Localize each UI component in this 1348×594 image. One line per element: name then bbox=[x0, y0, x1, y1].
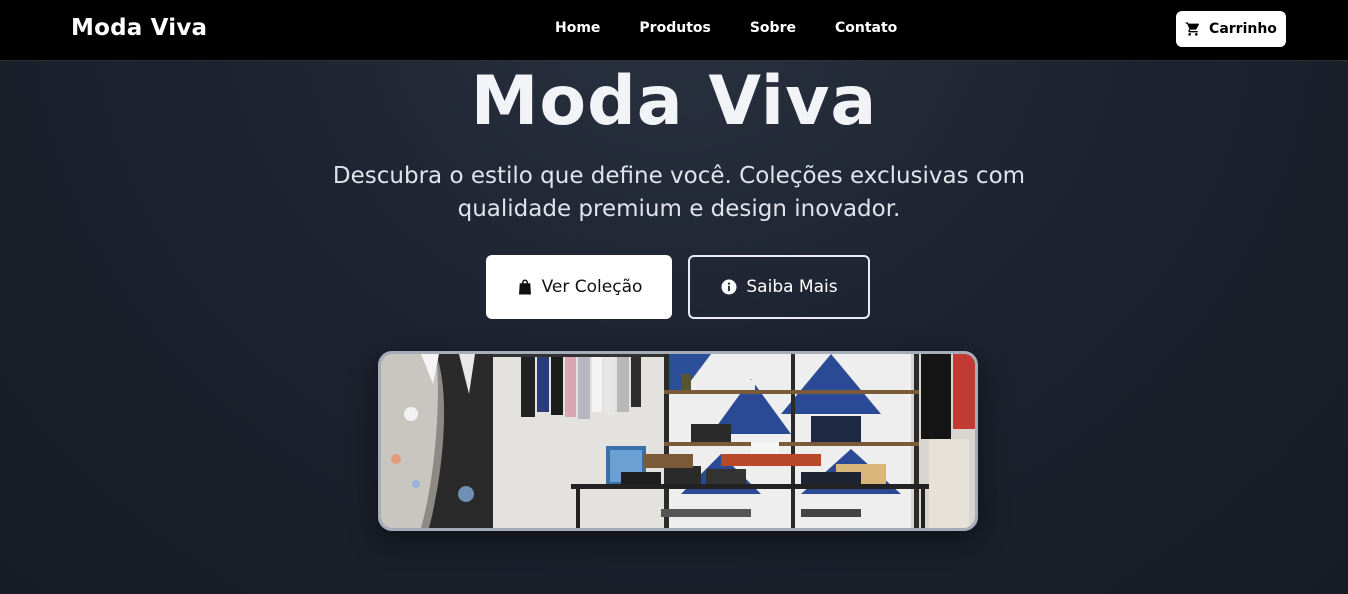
info-circle-icon bbox=[721, 279, 737, 295]
navbar: Moda Viva Home Produtos Sobre Contato Ca… bbox=[0, 0, 1348, 61]
hero-subtitle: Descubra o estilo que define você. Coleç… bbox=[332, 163, 1026, 222]
ver-colecao-label: Ver Coleção bbox=[541, 277, 643, 297]
hero-title: Moda Viva bbox=[470, 62, 878, 141]
shopping-bag-icon bbox=[518, 279, 531, 295]
cart-label: Carrinho bbox=[1209, 21, 1277, 37]
nav-link-contato[interactable]: Contato bbox=[835, 20, 897, 36]
nav-link-produtos[interactable]: Produtos bbox=[639, 20, 710, 36]
nav-link-home[interactable]: Home bbox=[555, 20, 600, 36]
cart-button[interactable]: Carrinho bbox=[1176, 11, 1286, 47]
brand-logo[interactable]: Moda Viva bbox=[71, 15, 207, 41]
saiba-mais-button[interactable]: Saiba Mais bbox=[688, 255, 870, 319]
nav-links: Home Produtos Sobre Contato bbox=[555, 20, 936, 36]
cart-icon bbox=[1185, 22, 1200, 36]
saiba-mais-label: Saiba Mais bbox=[746, 277, 838, 297]
clothing-store-photo bbox=[381, 354, 975, 528]
store-showcase-image bbox=[378, 351, 978, 531]
nav-link-sobre[interactable]: Sobre bbox=[750, 20, 796, 36]
ver-colecao-button[interactable]: Ver Coleção bbox=[486, 255, 672, 319]
